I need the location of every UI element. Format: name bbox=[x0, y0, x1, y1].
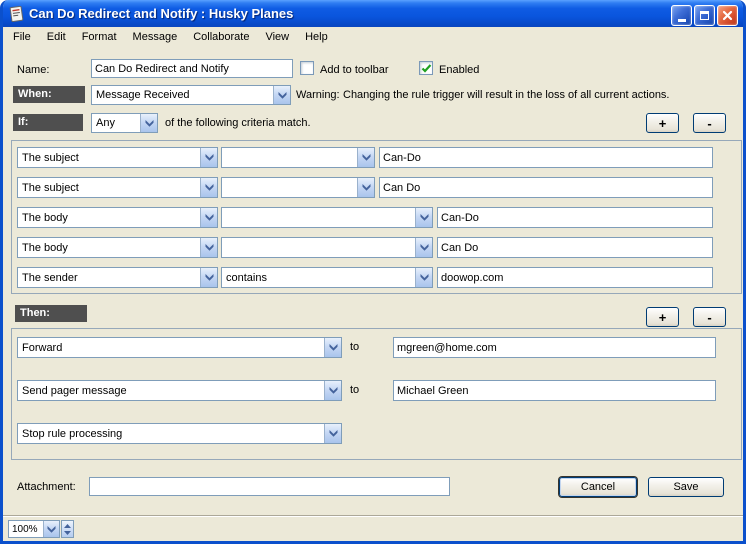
chevron-down-icon bbox=[357, 148, 374, 167]
save-button[interactable]: Save bbox=[648, 477, 724, 497]
criteria-operator-dropdown[interactable] bbox=[221, 177, 375, 198]
if-match-dropdown[interactable]: Any bbox=[91, 113, 158, 133]
chevron-down-icon bbox=[324, 338, 341, 357]
criteria-field-dropdown[interactable]: The subject bbox=[17, 147, 218, 168]
menu-file[interactable]: File bbox=[5, 29, 39, 45]
criteria-operator-dropdown[interactable] bbox=[221, 147, 375, 168]
action-remove-button[interactable]: - bbox=[693, 307, 726, 327]
maximize-icon bbox=[700, 11, 709, 20]
maximize-button[interactable] bbox=[694, 5, 715, 26]
action-dropdown[interactable]: Send pager message bbox=[17, 380, 342, 401]
action-connector-label: to bbox=[350, 384, 359, 396]
action-value-input[interactable] bbox=[393, 337, 716, 358]
menu-bar: File Edit Format Message Collaborate Vie… bbox=[3, 27, 743, 47]
chevron-down-icon bbox=[357, 178, 374, 197]
warning-label: Warning: bbox=[296, 89, 340, 101]
criteria-field-dropdown[interactable]: The body bbox=[17, 237, 218, 258]
chevron-down-icon bbox=[140, 114, 157, 132]
criteria-operator-dropdown[interactable]: contains bbox=[221, 267, 433, 288]
chevron-down-icon bbox=[43, 521, 59, 537]
zoom-level-value: 100% bbox=[9, 524, 38, 535]
criteria-value-input[interactable] bbox=[379, 147, 713, 168]
criteria-remove-button[interactable]: - bbox=[693, 113, 726, 133]
name-label: Name: bbox=[17, 64, 49, 76]
zoom-level-dropdown[interactable]: 100% bbox=[8, 520, 60, 538]
chevron-down-icon bbox=[324, 424, 341, 443]
name-input[interactable] bbox=[91, 59, 293, 78]
criteria-row: The body bbox=[3, 207, 746, 228]
criteria-field-dropdown[interactable]: The subject bbox=[17, 177, 218, 198]
criteria-field-dropdown[interactable]: The body bbox=[17, 207, 218, 228]
criteria-operator-dropdown[interactable] bbox=[221, 207, 433, 228]
menu-help[interactable]: Help bbox=[297, 29, 336, 45]
zoom-spinner[interactable] bbox=[61, 520, 74, 538]
then-section-label: Then: bbox=[15, 305, 87, 322]
chevron-down-icon bbox=[200, 238, 217, 257]
criteria-row: The subject bbox=[3, 177, 746, 198]
criteria-value-input[interactable] bbox=[437, 237, 713, 258]
menu-view[interactable]: View bbox=[257, 29, 297, 45]
action-row: Forward to bbox=[3, 337, 746, 358]
close-button[interactable] bbox=[717, 5, 738, 26]
minimize-icon bbox=[678, 19, 686, 22]
chevron-down-icon bbox=[415, 268, 432, 287]
criteria-add-button[interactable]: + bbox=[646, 113, 679, 133]
menu-message[interactable]: Message bbox=[125, 29, 186, 45]
criteria-value-input[interactable] bbox=[437, 207, 713, 228]
when-section-label: When: bbox=[13, 86, 85, 103]
attachment-input[interactable] bbox=[89, 477, 450, 496]
menu-collaborate[interactable]: Collaborate bbox=[185, 29, 257, 45]
cancel-button[interactable]: Cancel bbox=[559, 477, 637, 497]
close-icon bbox=[722, 10, 733, 21]
minimize-button[interactable] bbox=[671, 5, 692, 26]
chevron-down-icon bbox=[415, 238, 432, 257]
criteria-value-input[interactable] bbox=[379, 177, 713, 198]
spinner-up-icon bbox=[64, 524, 71, 529]
criteria-field-dropdown[interactable]: The sender bbox=[17, 267, 218, 288]
if-section-label: If: bbox=[13, 114, 83, 131]
if-suffix-text: of the following criteria match. bbox=[165, 117, 311, 129]
window-title: Can Do Redirect and Notify : Husky Plane… bbox=[29, 6, 293, 21]
action-row: Stop rule processing bbox=[3, 423, 746, 444]
add-to-toolbar-checkbox[interactable] bbox=[300, 61, 314, 75]
criteria-row: The body bbox=[3, 237, 746, 258]
warning-text: Changing the rule trigger will result in… bbox=[343, 89, 670, 101]
menu-edit[interactable]: Edit bbox=[39, 29, 74, 45]
chevron-down-icon bbox=[415, 208, 432, 227]
app-icon bbox=[8, 6, 25, 23]
when-trigger-dropdown[interactable]: Message Received bbox=[91, 85, 291, 105]
chevron-down-icon bbox=[273, 86, 290, 104]
chevron-down-icon bbox=[200, 178, 217, 197]
title-bar: Can Do Redirect and Notify : Husky Plane… bbox=[0, 0, 746, 30]
statusbar-separator-highlight bbox=[3, 516, 743, 517]
criteria-operator-dropdown[interactable] bbox=[221, 237, 433, 258]
criteria-value-input[interactable] bbox=[437, 267, 713, 288]
action-connector-label: to bbox=[350, 341, 359, 353]
action-dropdown[interactable]: Forward bbox=[17, 337, 342, 358]
criteria-row: The subject bbox=[3, 147, 746, 168]
action-dropdown[interactable]: Stop rule processing bbox=[17, 423, 342, 444]
menu-format[interactable]: Format bbox=[74, 29, 125, 45]
rule-editor-window: Can Do Redirect and Notify : Husky Plane… bbox=[0, 0, 746, 544]
checkmark-icon bbox=[421, 63, 432, 74]
action-value-input[interactable] bbox=[393, 380, 716, 401]
action-row: Send pager message to bbox=[3, 380, 746, 401]
add-to-toolbar-label: Add to toolbar bbox=[320, 64, 389, 76]
attachment-label: Attachment: bbox=[17, 481, 76, 493]
criteria-row: The sender contains bbox=[3, 267, 746, 288]
enabled-label: Enabled bbox=[439, 64, 479, 76]
chevron-down-icon bbox=[200, 208, 217, 227]
action-add-button[interactable]: + bbox=[646, 307, 679, 327]
chevron-down-icon bbox=[200, 148, 217, 167]
spinner-down-icon bbox=[64, 530, 71, 535]
chevron-down-icon bbox=[200, 268, 217, 287]
chevron-down-icon bbox=[324, 381, 341, 400]
enabled-checkbox[interactable] bbox=[419, 61, 433, 75]
